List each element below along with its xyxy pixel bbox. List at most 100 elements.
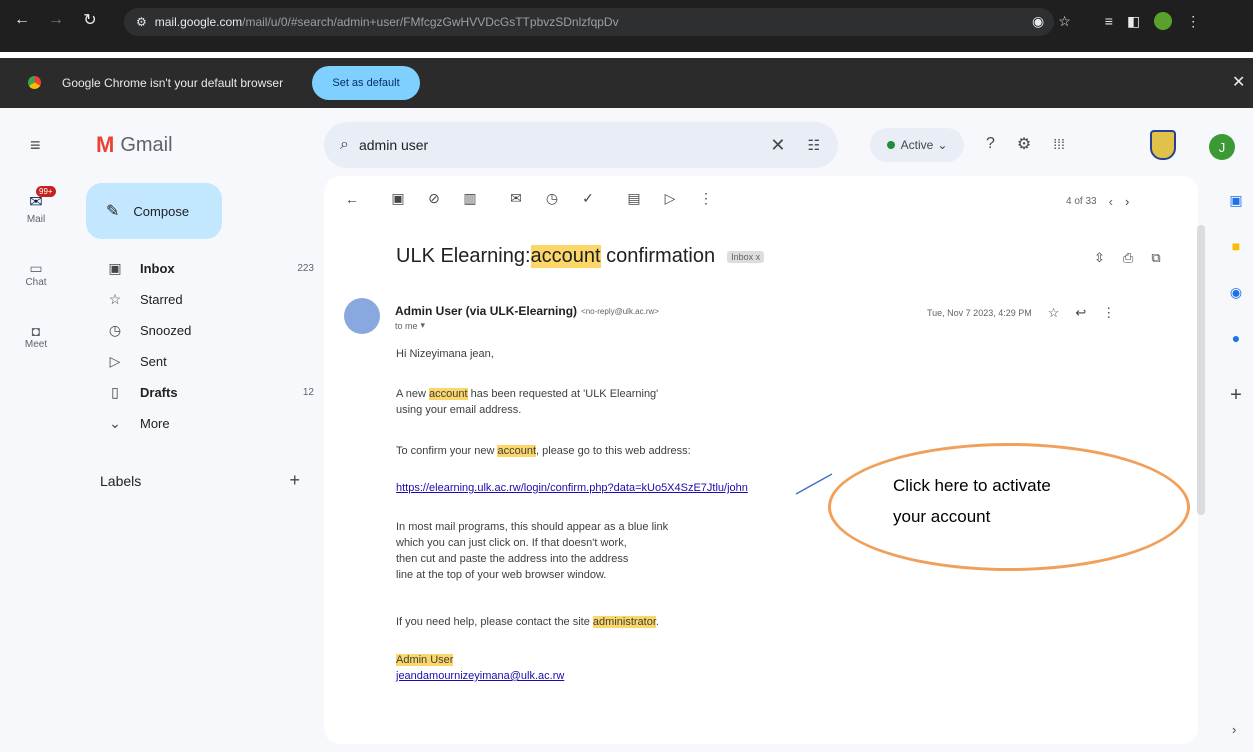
- sidebar-item-starred[interactable]: ☆ Starred: [104, 284, 314, 315]
- compose-label: Compose: [133, 203, 190, 219]
- clear-search-icon[interactable]: ✕: [770, 135, 785, 156]
- sidepanel-icon[interactable]: ◧: [1127, 13, 1140, 30]
- account-avatar[interactable]: J: [1209, 134, 1235, 160]
- reply-icon[interactable]: ↩: [1075, 305, 1086, 321]
- email-date: Tue, Nov 7 2023, 4:29 PM: [927, 308, 1032, 318]
- confirm-account-link[interactable]: https://elearning.ulk.ac.rw/login/confir…: [396, 482, 748, 494]
- text: has been requested at 'ULK Elearning': [467, 388, 659, 400]
- move-to-icon[interactable]: ▤: [624, 190, 644, 207]
- calendar-icon[interactable]: ▣: [1226, 192, 1246, 212]
- star-icon: ☆: [108, 291, 122, 307]
- print-icon[interactable]: ⎙: [1123, 250, 1133, 266]
- ulk-org-logo[interactable]: [1150, 130, 1176, 160]
- sender-name[interactable]: Admin User (via ULK-Elearning): [395, 304, 577, 318]
- star-icon[interactable]: ☆: [1048, 305, 1060, 321]
- back-arrow-icon[interactable]: ←: [342, 191, 362, 207]
- text: then cut and paste the address into the …: [396, 553, 629, 565]
- help-icon[interactable]: ?: [986, 135, 995, 153]
- inbox-tag[interactable]: Inbox x: [727, 250, 765, 263]
- older-chevron-icon[interactable]: ›: [1125, 194, 1129, 209]
- add-task-icon[interactable]: ✓: [578, 190, 598, 207]
- address-bar[interactable]: ⚙ mail.google.com /mail/u/0/#search/admi…: [124, 8, 1054, 36]
- gmail-m-icon: M: [96, 132, 115, 157]
- compose-button[interactable]: ✎ Compose: [86, 183, 222, 239]
- sidebar-item-label: Drafts: [140, 385, 178, 400]
- highlight: account: [429, 388, 468, 400]
- search-input[interactable]: admin user: [359, 137, 428, 153]
- sidebar-item-more[interactable]: ⌄ More: [104, 408, 314, 439]
- close-bar-icon[interactable]: ✕: [1232, 72, 1245, 92]
- text: , please go to this web address:: [536, 445, 691, 457]
- sidebar-item-snoozed[interactable]: ◷ Snoozed: [104, 315, 314, 346]
- subject-text: ULK Elearning:: [396, 245, 531, 267]
- archive-icon[interactable]: ▣: [388, 190, 408, 207]
- more-options-icon[interactable]: ⋮: [696, 190, 716, 207]
- delete-icon[interactable]: ▥: [460, 190, 480, 207]
- to-me-label: to me: [395, 320, 418, 331]
- rail-chat[interactable]: ▭ Chat: [18, 260, 54, 288]
- contacts-icon[interactable]: ●: [1226, 330, 1246, 350]
- gmail-logo[interactable]: M Gmail: [96, 132, 173, 158]
- message-scrollbar[interactable]: [1197, 225, 1205, 515]
- email-subject: ULK Elearning: account confirmation Inbo…: [396, 245, 765, 268]
- sidebar-item-drafts[interactable]: ▯ Drafts 12: [104, 377, 314, 408]
- recipient-dropdown-icon: ▾: [420, 320, 426, 330]
- gmail-wordmark: Gmail: [120, 133, 173, 156]
- main-menu-icon[interactable]: ≡: [30, 135, 41, 156]
- url-path: /mail/u/0/#search/admin+user/FMfcgzGwHVV…: [242, 15, 619, 29]
- sender-email: <no-reply@ulk.ac.rw>: [581, 306, 659, 316]
- drafts-count: 12: [302, 387, 314, 398]
- snooze-icon[interactable]: ◷: [542, 190, 562, 207]
- expand-side-panel-icon[interactable]: ›: [1232, 722, 1236, 737]
- highlight: account: [497, 445, 537, 457]
- sidebar-item-label: Sent: [140, 354, 167, 369]
- annotation-line-2: your account: [893, 507, 991, 526]
- text: which you can just click on. If that doe…: [396, 537, 627, 549]
- newer-chevron-icon[interactable]: ‹: [1109, 194, 1113, 209]
- signature-email-link[interactable]: jeandamournizeyimana@ulk.ac.rw: [396, 670, 564, 682]
- extensions-icon[interactable]: ≡: [1105, 13, 1113, 29]
- inbox-count: 223: [297, 263, 314, 274]
- sidebar-item-sent[interactable]: ▷ Sent: [104, 346, 314, 377]
- more-vert-icon[interactable]: ⋮: [1102, 305, 1115, 321]
- search-bar[interactable]: ⌕ admin user ✕ ☷: [324, 122, 838, 168]
- report-spam-icon[interactable]: ⊘: [424, 190, 444, 207]
- bookmark-star-icon[interactable]: ☆: [1058, 13, 1071, 30]
- apps-grid-icon[interactable]: ⁞⁞⁞: [1053, 136, 1065, 152]
- settings-gear-icon[interactable]: ⚙: [1017, 134, 1031, 154]
- menu-dots-icon[interactable]: ⋮: [1186, 13, 1200, 30]
- email-greeting: Hi Nizeyimana jean,: [396, 348, 494, 360]
- chrome-logo-icon: [28, 76, 41, 89]
- recipient-line[interactable]: to me ▾: [395, 320, 425, 331]
- search-options-icon[interactable]: ☷: [807, 137, 820, 154]
- meet-icon: ◘: [31, 323, 41, 339]
- label-icon[interactable]: ▷: [660, 190, 680, 207]
- keep-icon[interactable]: ■: [1226, 238, 1246, 258]
- email-paragraph-4: If you need help, please contact the sit…: [396, 614, 659, 630]
- add-label-icon[interactable]: +: [289, 470, 300, 491]
- search-icon[interactable]: ⌕: [340, 136, 349, 154]
- sidebar-item-label: Snoozed: [140, 323, 192, 338]
- reload-icon[interactable]: ↻: [76, 10, 104, 30]
- text: line at the top of your web browser wind…: [396, 569, 607, 581]
- sidebar-item-inbox[interactable]: ▣ Inbox 223: [104, 253, 314, 284]
- expand-all-icon[interactable]: ⇳: [1094, 250, 1105, 266]
- default-browser-bar: Google Chrome isn't your default browser…: [0, 58, 1253, 108]
- rail-meet[interactable]: ◘ Meet: [18, 323, 54, 350]
- tasks-icon[interactable]: ◉: [1226, 284, 1246, 304]
- browser-toolbar: ← → ↻ ⚙ mail.google.com /mail/u/0/#searc…: [0, 0, 1253, 52]
- subject-text-end: confirmation: [600, 245, 716, 267]
- open-new-window-icon[interactable]: ⧉: [1151, 250, 1160, 266]
- site-info-icon[interactable]: ⚙: [136, 15, 147, 29]
- back-icon[interactable]: ←: [8, 11, 36, 29]
- forward-icon[interactable]: →: [42, 11, 70, 29]
- set-default-button[interactable]: Set as default: [312, 66, 420, 100]
- eye-icon[interactable]: ◉: [1032, 13, 1044, 30]
- profile-avatar[interactable]: [1154, 12, 1173, 30]
- rail-mail[interactable]: ✉ 99+ Mail: [18, 186, 56, 225]
- sender-avatar[interactable]: [344, 298, 380, 334]
- status-selector[interactable]: Active ⌄: [870, 128, 964, 162]
- mark-unread-icon[interactable]: ✉: [506, 190, 526, 207]
- add-addon-icon[interactable]: +: [1226, 384, 1246, 406]
- pencil-icon: ✎: [106, 203, 120, 220]
